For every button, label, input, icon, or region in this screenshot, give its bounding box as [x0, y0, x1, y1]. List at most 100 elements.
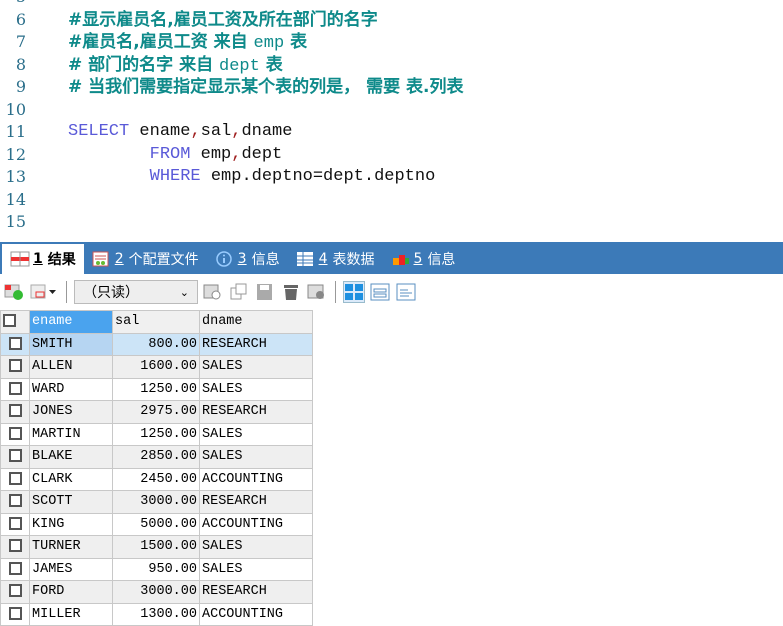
line-number: 7: [15, 32, 26, 51]
table-row[interactable]: JAMES 950.00 SALES: [0, 557, 313, 581]
delete-icon[interactable]: [280, 281, 302, 303]
cell-sal[interactable]: 1250.00: [112, 422, 200, 446]
cell-dname[interactable]: ACCOUNTING: [199, 602, 313, 626]
row-checkbox[interactable]: [0, 332, 30, 356]
cell-sal[interactable]: 3000.00: [112, 490, 200, 514]
table-row[interactable]: CLARK 2450.00 ACCOUNTING: [0, 467, 313, 491]
table-row[interactable]: MILLER 1300.00 ACCOUNTING: [0, 602, 313, 626]
table-row[interactable]: ALLEN 1600.00 SALES: [0, 355, 313, 379]
cell-ename[interactable]: KING: [29, 512, 113, 536]
add-row-icon[interactable]: [3, 281, 25, 303]
line-number: 10: [5, 99, 26, 119]
cancel-changes-icon[interactable]: [306, 281, 328, 303]
row-checkbox[interactable]: [0, 602, 30, 626]
cell-sal[interactable]: 2850.00: [112, 445, 200, 469]
table-data-icon: [296, 251, 314, 267]
insert-row-icon[interactable]: [202, 281, 224, 303]
cell-sal[interactable]: 3000.00: [112, 580, 200, 604]
cell-dname[interactable]: RESEARCH: [199, 400, 313, 424]
edit-mode-select[interactable]: （只读） ⌄: [74, 280, 198, 304]
cell-dname[interactable]: SALES: [199, 377, 313, 401]
tab-number: 5: [413, 251, 423, 267]
cell-sal[interactable]: 800.00: [112, 332, 200, 356]
grid-view-icon[interactable]: [343, 281, 365, 303]
row-checkbox[interactable]: [0, 580, 30, 604]
tab-label: 信息: [251, 252, 280, 268]
cell-sal[interactable]: 1600.00: [112, 355, 200, 379]
row-checkbox[interactable]: [0, 557, 30, 581]
table-row[interactable]: TURNER 1500.00 SALES: [0, 535, 313, 559]
cell-dname[interactable]: SALES: [199, 557, 313, 581]
cell-sal[interactable]: 1300.00: [112, 602, 200, 626]
row-checkbox[interactable]: [0, 535, 30, 559]
row-checkbox[interactable]: [0, 467, 30, 491]
line-number: 14: [5, 189, 26, 209]
cell-ename[interactable]: BLAKE: [29, 445, 113, 469]
code-token: sal: [200, 122, 232, 141]
save-icon[interactable]: [254, 281, 276, 303]
cell-sal[interactable]: 2450.00: [112, 467, 200, 491]
tab-1[interactable]: 1 结果: [2, 244, 84, 274]
info-blocks-icon: [391, 251, 409, 267]
row-checkbox[interactable]: [0, 422, 30, 446]
tab-4[interactable]: 4 表数据: [288, 244, 383, 274]
cell-ename[interactable]: SMITH: [29, 332, 113, 356]
tab-2[interactable]: 2 个配置文件: [84, 244, 207, 274]
duplicate-row-icon[interactable]: [228, 281, 250, 303]
table-row[interactable]: SMITH 800.00 RESEARCH: [0, 332, 313, 356]
cell-ename[interactable]: SCOTT: [29, 490, 113, 514]
cell-sal[interactable]: 5000.00: [112, 512, 200, 536]
row-checkbox[interactable]: [0, 445, 30, 469]
cell-dname[interactable]: ACCOUNTING: [199, 467, 313, 491]
cell-sal[interactable]: 1250.00: [112, 377, 200, 401]
cell-ename[interactable]: JONES: [29, 400, 113, 424]
table-row[interactable]: KING 5000.00 ACCOUNTING: [0, 512, 313, 536]
table-row[interactable]: WARD 1250.00 SALES: [0, 377, 313, 401]
cell-ename[interactable]: WARD: [29, 377, 113, 401]
cell-dname[interactable]: RESEARCH: [199, 580, 313, 604]
table-row[interactable]: MARTIN 1250.00 SALES: [0, 422, 313, 446]
cell-ename[interactable]: ALLEN: [29, 355, 113, 379]
table-row[interactable]: BLAKE 2850.00 SALES: [0, 445, 313, 469]
table-row[interactable]: FORD 3000.00 RESEARCH: [0, 580, 313, 604]
table-row[interactable]: SCOTT 3000.00 RESEARCH: [0, 490, 313, 514]
code-token: ,: [190, 122, 201, 141]
result-grid[interactable]: ename sal dname SMITH 800.00 RESEARCH ALLEN 160…: [0, 310, 313, 626]
cell-ename[interactable]: TURNER: [29, 535, 113, 559]
tab-3[interactable]: 3 信息: [207, 244, 288, 274]
comment-token: 表: [259, 54, 283, 75]
code-text: SELECT ename,sal,dname: [68, 121, 292, 144]
cell-dname[interactable]: RESEARCH: [199, 332, 313, 356]
cell-ename[interactable]: MILLER: [29, 602, 113, 626]
row-checkbox[interactable]: [0, 512, 30, 536]
cell-sal[interactable]: 950.00: [112, 557, 200, 581]
cell-dname[interactable]: SALES: [199, 535, 313, 559]
row-checkbox[interactable]: [0, 355, 30, 379]
column-header-ename[interactable]: ename: [29, 310, 113, 334]
row-checkbox[interactable]: [0, 377, 30, 401]
cell-ename[interactable]: MARTIN: [29, 422, 113, 446]
column-header-dname[interactable]: dname: [199, 310, 313, 334]
form-view-icon[interactable]: [369, 281, 391, 303]
line-number: 12: [5, 144, 26, 164]
cell-ename[interactable]: FORD: [29, 580, 113, 604]
cell-sal[interactable]: 1500.00: [112, 535, 200, 559]
table-row[interactable]: JONES 2975.00 RESEARCH: [0, 400, 313, 424]
cell-dname[interactable]: SALES: [199, 445, 313, 469]
row-checkbox[interactable]: [0, 490, 30, 514]
cell-dname[interactable]: RESEARCH: [199, 490, 313, 514]
cell-dname[interactable]: SALES: [199, 355, 313, 379]
tab-5[interactable]: 5 信息: [383, 244, 464, 274]
column-dropdown-icon[interactable]: [29, 281, 59, 303]
cell-dname[interactable]: SALES: [199, 422, 313, 446]
text-view-icon[interactable]: [395, 281, 417, 303]
column-header-sal[interactable]: sal: [112, 310, 200, 334]
cell-sal[interactable]: 2975.00: [112, 400, 200, 424]
cell-ename[interactable]: JAMES: [29, 557, 113, 581]
cell-ename[interactable]: CLARK: [29, 467, 113, 491]
cell-dname[interactable]: ACCOUNTING: [199, 512, 313, 536]
tab-number: 2: [114, 251, 124, 267]
sql-editor[interactable]: 56 #显示雇员名,雇员工资及所在部门的名字 7 #雇员名,雇员工资 来自 emp 表…: [0, 0, 783, 242]
row-checkbox[interactable]: [0, 400, 30, 424]
select-all-checkbox[interactable]: [0, 310, 30, 334]
